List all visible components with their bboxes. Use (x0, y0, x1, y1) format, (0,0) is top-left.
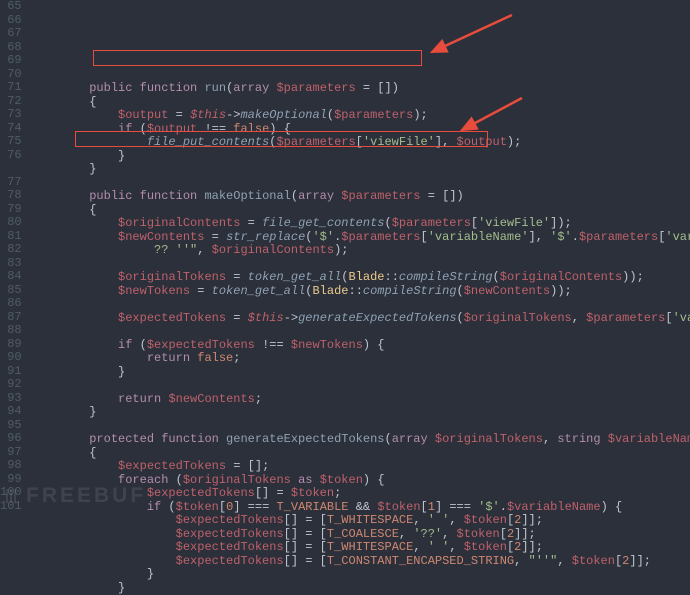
line-number: 83 (0, 257, 22, 271)
line-number: 66 (0, 14, 22, 28)
code-line: } (32, 366, 690, 380)
line-number: 75 (0, 135, 22, 149)
highlight-box-1 (93, 50, 422, 66)
code-line: $originalContents = file_get_contents($p… (32, 217, 690, 231)
code-line (32, 177, 690, 191)
code-line: } (32, 150, 690, 164)
line-number: 76 (0, 149, 22, 163)
line-number: 87 (0, 311, 22, 325)
line-number (0, 162, 22, 176)
code-line (32, 379, 690, 393)
line-number: 91 (0, 365, 22, 379)
line-number: 84 (0, 270, 22, 284)
code-line: } (32, 568, 690, 582)
line-number: 65 (0, 0, 22, 14)
line-number: 92 (0, 378, 22, 392)
code-line: $expectedTokens[] = [T_COALESCE, '??', $… (32, 528, 690, 542)
code-line: return false; (32, 352, 690, 366)
line-number: 69 (0, 54, 22, 68)
code-line: public function run(array $parameters = … (32, 82, 690, 96)
code-line: { (32, 447, 690, 461)
code-line: if ($expectedTokens !== $newTokens) { (32, 339, 690, 353)
line-number: 79 (0, 203, 22, 217)
code-line: public function makeOptional(array $para… (32, 190, 690, 204)
line-number: 85 (0, 284, 22, 298)
line-number: 94 (0, 405, 22, 419)
line-number: 97 (0, 446, 22, 460)
code-line: $expectedTokens = $this->generateExpecte… (32, 312, 690, 326)
code-line: } (32, 582, 690, 595)
code-line: $newTokens = token_get_all(Blade::compil… (32, 285, 690, 299)
code-area[interactable]: public function run(array $parameters = … (32, 0, 690, 512)
watermark: FREEBUF (6, 484, 146, 508)
code-line: ?? ''", $originalContents); (32, 244, 690, 258)
code-editor: 656667686970717273747576 7778798081828384… (0, 0, 690, 512)
line-number: 72 (0, 95, 22, 109)
line-number: 98 (0, 459, 22, 473)
line-number: 80 (0, 216, 22, 230)
code-line: $expectedTokens[] = [T_WHITESPACE, ' ', … (32, 514, 690, 528)
code-line: } (32, 406, 690, 420)
code-line: protected function generateExpectedToken… (32, 433, 690, 447)
line-number: 71 (0, 81, 22, 95)
code-line: file_put_contents($parameters['viewFile'… (32, 136, 690, 150)
line-number: 74 (0, 122, 22, 136)
code-line (32, 325, 690, 339)
code-line (32, 258, 690, 272)
line-number: 81 (0, 230, 22, 244)
code-line: if ($output !== false) { (32, 123, 690, 137)
code-line: return $newContents; (32, 393, 690, 407)
line-number: 88 (0, 324, 22, 338)
line-number-gutter: 656667686970717273747576 7778798081828384… (0, 0, 32, 512)
code-line (32, 298, 690, 312)
code-line: { (32, 204, 690, 218)
line-number: 95 (0, 419, 22, 433)
line-number: 78 (0, 189, 22, 203)
code-line: $expectedTokens[] = [T_CONSTANT_ENCAPSED… (32, 555, 690, 569)
line-number: 90 (0, 351, 22, 365)
code-line: } (32, 163, 690, 177)
line-number: 93 (0, 392, 22, 406)
line-number: 68 (0, 41, 22, 55)
code-line: { (32, 96, 690, 110)
code-line: $output = $this->makeOptional($parameter… (32, 109, 690, 123)
code-line (32, 420, 690, 434)
line-number: 96 (0, 432, 22, 446)
line-number: 67 (0, 27, 22, 41)
code-line: $newContents = str_replace('$'.$paramete… (32, 231, 690, 245)
code-line: $expectedTokens[] = [T_WHITESPACE, ' ', … (32, 541, 690, 555)
code-line: $expectedTokens = []; (32, 460, 690, 474)
line-number: 86 (0, 297, 22, 311)
line-number: 77 (0, 176, 22, 190)
line-number: 82 (0, 243, 22, 257)
line-number: 70 (0, 68, 22, 82)
line-number: 89 (0, 338, 22, 352)
line-number: 73 (0, 108, 22, 122)
code-line: $originalTokens = token_get_all(Blade::c… (32, 271, 690, 285)
